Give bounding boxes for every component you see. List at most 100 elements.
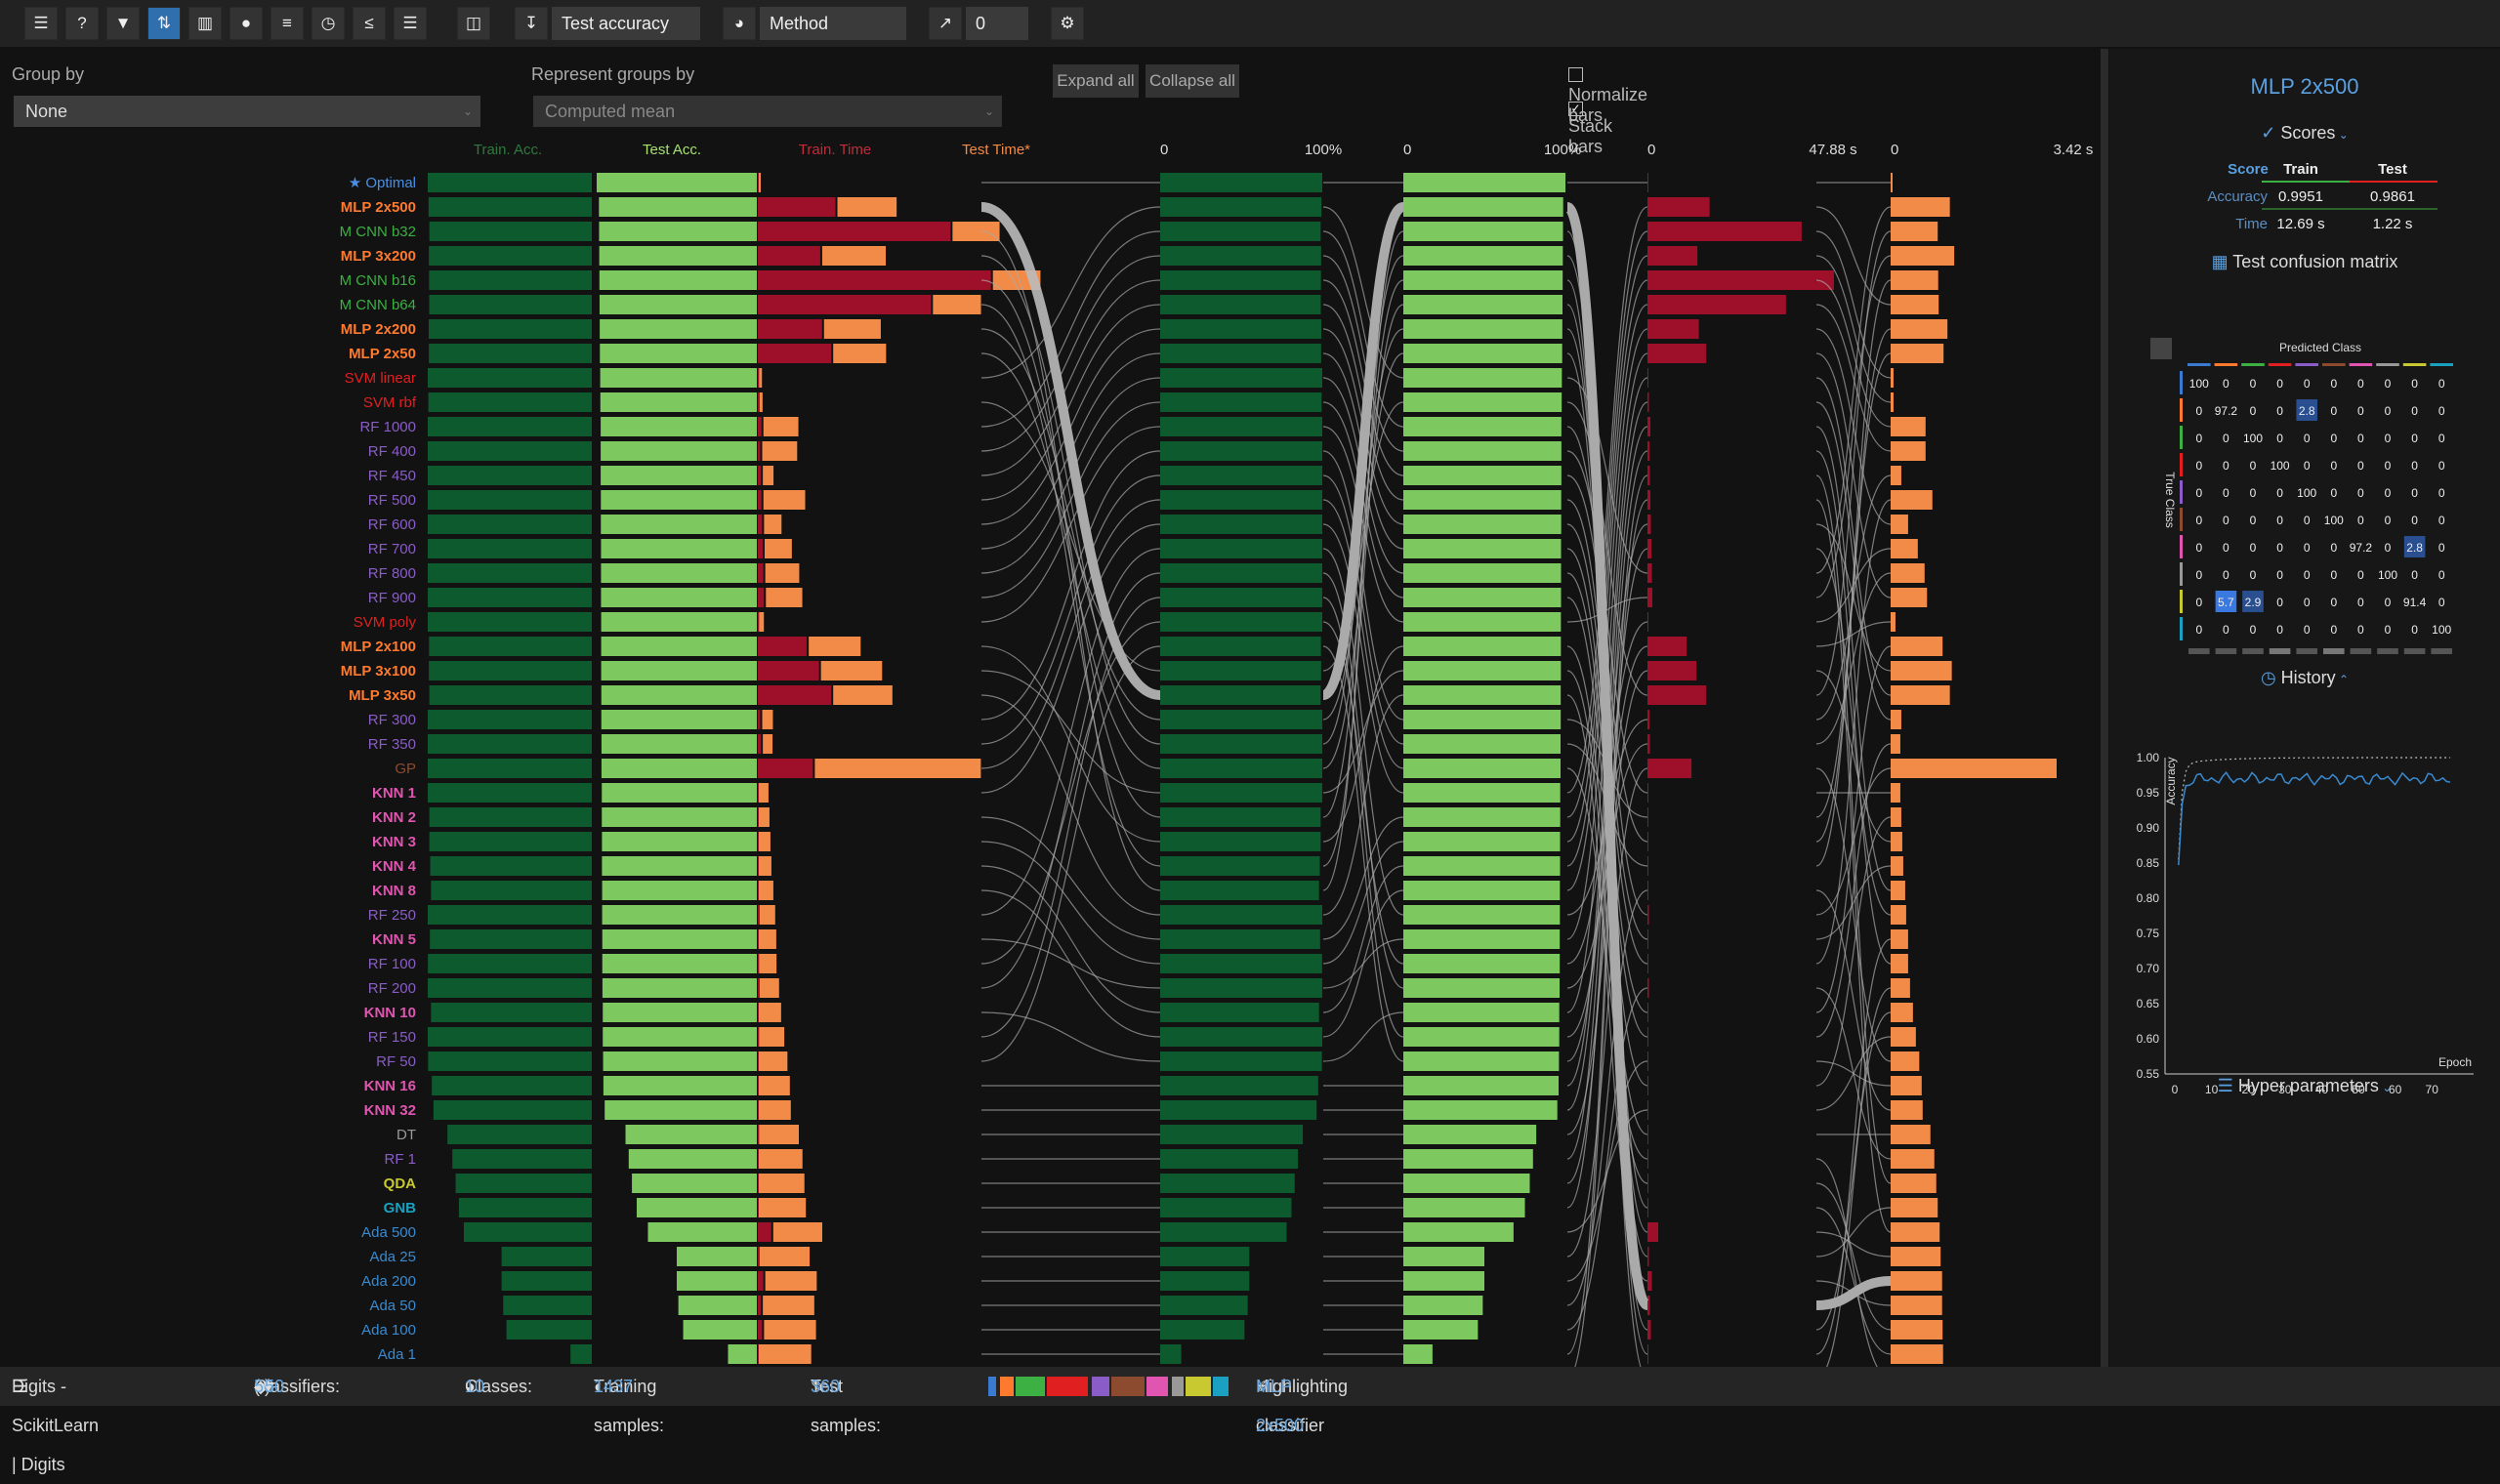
rank-train-time-bar xyxy=(1647,734,1650,754)
rank-train-time-bar xyxy=(1647,270,1834,290)
matrix-cell: 0 xyxy=(2195,459,2202,473)
matrix-cell: 97.2 xyxy=(2215,404,2238,418)
rank-train-time-bar xyxy=(1647,1344,1648,1364)
matrix-cell: 0 xyxy=(2276,568,2283,582)
matrix-cell: 0 xyxy=(2304,596,2311,609)
rank-link xyxy=(1322,938,1404,989)
test-acc-bar xyxy=(625,1125,757,1144)
class-color-left xyxy=(2180,371,2183,394)
classifiers-status: ◆ Classifiers: 50 (▼ 50) xyxy=(254,1367,340,1406)
matrix-cell: 0 xyxy=(2357,514,2364,527)
matrix-cell: 0 xyxy=(2330,432,2337,445)
rank-test-time-bar xyxy=(1891,441,1926,461)
test-acc-bar xyxy=(603,1076,757,1095)
rank-test-acc-bar xyxy=(1403,539,1562,558)
train-time-bar xyxy=(758,1076,759,1095)
rank-train-acc-bar xyxy=(1160,685,1321,705)
rank-test-time-bar xyxy=(1891,344,1944,363)
scores-toggle[interactable]: ✓ Scores ⌄ xyxy=(2109,123,2500,144)
rank-test-acc-bar xyxy=(1403,441,1562,461)
hyper-label: Hyper parameters xyxy=(2237,1076,2379,1095)
history-y-tick: 0.65 xyxy=(2137,997,2160,1010)
test-time-bar xyxy=(823,319,881,339)
rank-test-time-bar xyxy=(1891,1198,1938,1217)
rank-train-acc-bar xyxy=(1160,392,1322,412)
rank-link xyxy=(1815,1158,1879,1367)
train-acc-bar xyxy=(428,563,592,583)
matrix-cell: 0 xyxy=(2195,568,2202,582)
rank-test-time-bar xyxy=(1891,1051,1920,1071)
rank-test-acc-bar xyxy=(1403,1003,1560,1022)
train-acc-bar xyxy=(429,246,592,266)
train-acc-bar xyxy=(428,978,592,998)
rank-test-acc-bar xyxy=(1403,1051,1560,1071)
rank-link xyxy=(980,938,1161,989)
rank-test-time-bar xyxy=(1891,1027,1916,1047)
rank-test-time-bar xyxy=(1891,881,1905,900)
classifier-label: KNN 1 xyxy=(372,785,416,802)
rank-test-acc-bar xyxy=(1403,1296,1483,1315)
rank-train-time-bar xyxy=(1647,1320,1651,1340)
rank-test-acc-bar xyxy=(1403,344,1562,363)
train-acc-bar xyxy=(428,710,592,729)
rank-train-acc-bar xyxy=(1160,1149,1299,1169)
matrix-cell: 0 xyxy=(2411,623,2418,637)
matrix-cell: 0 xyxy=(2250,486,2257,500)
rank-train-time-bar xyxy=(1647,856,1648,876)
class-strip-segment xyxy=(1172,1377,1184,1396)
history-toggle[interactable]: ◷ History ⌃ xyxy=(2109,668,2500,688)
class-strip-segment xyxy=(1092,1377,1109,1396)
detail-panel: MLP 2x500 ✓ Scores ⌄ Score Train Test Accur… xyxy=(2109,49,2500,1367)
matrix-cell: 100 xyxy=(2297,486,2316,500)
matrix-cell: 0 xyxy=(2385,432,2392,445)
ranking-chart: Train. Acc. Test Acc. Train. Time Test Time… xyxy=(340,142,2093,1367)
rank-test-time-bar xyxy=(1891,222,1938,241)
rank-train-acc-bar xyxy=(1160,246,1321,266)
rank-test-time-bar xyxy=(1891,661,1952,680)
matrix-cell: 0 xyxy=(2411,404,2418,418)
rank-link xyxy=(980,230,1161,428)
matrix-cell: 0 xyxy=(2357,377,2364,391)
total-cell: 9.7 xyxy=(2245,653,2262,654)
rank-test-time-bar xyxy=(1891,905,1906,925)
rank-train-time-bar xyxy=(1647,1271,1652,1291)
rank-train-time-bar xyxy=(1647,881,1648,900)
rank-test-acc-bar xyxy=(1403,222,1563,241)
rank-link xyxy=(980,352,1161,550)
test-time-bar xyxy=(762,710,773,729)
rank-test-acc-bar xyxy=(1403,1100,1558,1120)
rank-train-acc-bar xyxy=(1160,490,1322,510)
test-time-bar xyxy=(762,441,798,461)
test-acc-bar xyxy=(601,417,757,436)
classifier-label: RF 700 xyxy=(368,541,416,557)
rank-test-time-bar xyxy=(1891,954,1908,973)
rank-train-time-bar xyxy=(1647,246,1698,266)
hyper-parameters-toggle[interactable]: ☰ Hyper parameters ⌄ xyxy=(2109,1076,2500,1096)
train-acc-bar xyxy=(429,661,592,680)
dataset-name: Digits - ScikitLearn | Digits xyxy=(12,1377,100,1474)
train-time-bar xyxy=(758,1296,762,1315)
test-time-bar xyxy=(833,685,893,705)
train-time-bar xyxy=(758,612,760,632)
matrix-cell: 0 xyxy=(2195,432,2202,445)
classifier-label: RF 600 xyxy=(368,516,416,533)
rank-train-time-bar xyxy=(1647,515,1651,534)
test-acc-bar xyxy=(601,515,757,534)
test-time-bar xyxy=(759,807,770,827)
rank-link xyxy=(1815,670,1892,843)
test-acc-bar xyxy=(599,197,757,217)
rank-test-time-bar xyxy=(1891,685,1950,705)
train-acc-bar xyxy=(501,1247,592,1266)
panel-splitter[interactable] xyxy=(2101,49,2108,1377)
rank-test-time-bar xyxy=(1891,588,1928,607)
rank-link xyxy=(980,694,1161,916)
matrix-cell: 97.2 xyxy=(2350,541,2373,555)
rank-train-acc-bar xyxy=(1160,1222,1287,1242)
train-acc-bar xyxy=(501,1271,592,1291)
rank-train-time-bar xyxy=(1647,344,1707,363)
rank-train-acc-bar xyxy=(1160,661,1321,680)
matrix-cell: 0 xyxy=(2385,459,2392,473)
matrix-cell: 0 xyxy=(2276,377,2283,391)
matrix-cell: 0 xyxy=(2330,377,2337,391)
rank-train-time-bar xyxy=(1647,1222,1659,1242)
